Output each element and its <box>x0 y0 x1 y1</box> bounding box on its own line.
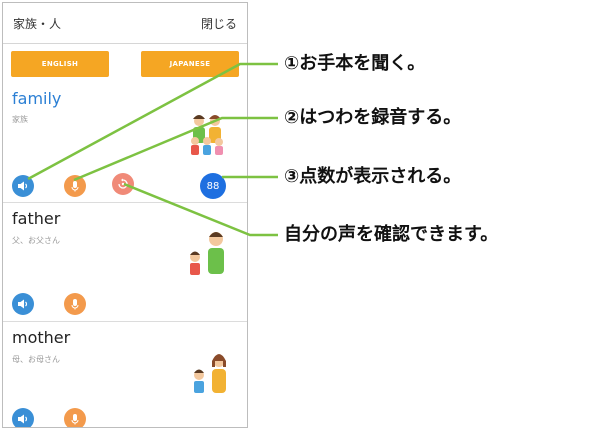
replay-icon <box>118 178 128 189</box>
microphone-icon <box>71 414 79 425</box>
mother-illustration <box>194 354 226 393</box>
reading-family: 家族 <box>12 115 28 124</box>
callout-record: ②はつわを録音する。 <box>284 107 462 128</box>
phone-screen: 家族・人 閉じる ENGLISH JAPANESE family 家族 88 f… <box>2 2 248 428</box>
speaker-icon <box>18 181 28 191</box>
speaker-icon <box>18 299 28 309</box>
microphone-icon <box>71 181 79 192</box>
close-button[interactable]: 閉じる <box>201 15 237 32</box>
entry-divider <box>3 321 247 322</box>
listen-button[interactable] <box>12 408 34 427</box>
record-button[interactable] <box>64 408 86 427</box>
father-illustration <box>190 232 224 275</box>
app-header: 家族・人 閉じる <box>3 3 247 44</box>
speaker-icon <box>18 414 28 424</box>
listen-button[interactable] <box>12 293 34 315</box>
page-title: 家族・人 <box>13 17 62 31</box>
family-illustration <box>191 115 223 155</box>
playback-button[interactable] <box>112 173 134 195</box>
word-family: family <box>12 89 62 108</box>
record-button[interactable] <box>64 175 86 197</box>
listen-button[interactable] <box>12 175 34 197</box>
reading-mother: 母、お母さん <box>12 355 60 364</box>
microphone-icon <box>71 299 79 310</box>
word-mother: mother <box>12 328 71 347</box>
callout-score: ③点数が表示される。 <box>284 166 462 187</box>
callout-listen: ①お手本を聞く。 <box>284 53 426 74</box>
record-button[interactable] <box>64 293 86 315</box>
reading-father: 父、お父さん <box>12 236 60 245</box>
entry-divider <box>3 202 247 203</box>
score-badge: 88 <box>200 173 226 199</box>
english-button[interactable]: ENGLISH <box>11 51 109 77</box>
word-father: father <box>12 209 61 228</box>
callout-playback: 自分の声を確認できます。 <box>284 224 499 245</box>
japanese-button[interactable]: JAPANESE <box>141 51 239 77</box>
